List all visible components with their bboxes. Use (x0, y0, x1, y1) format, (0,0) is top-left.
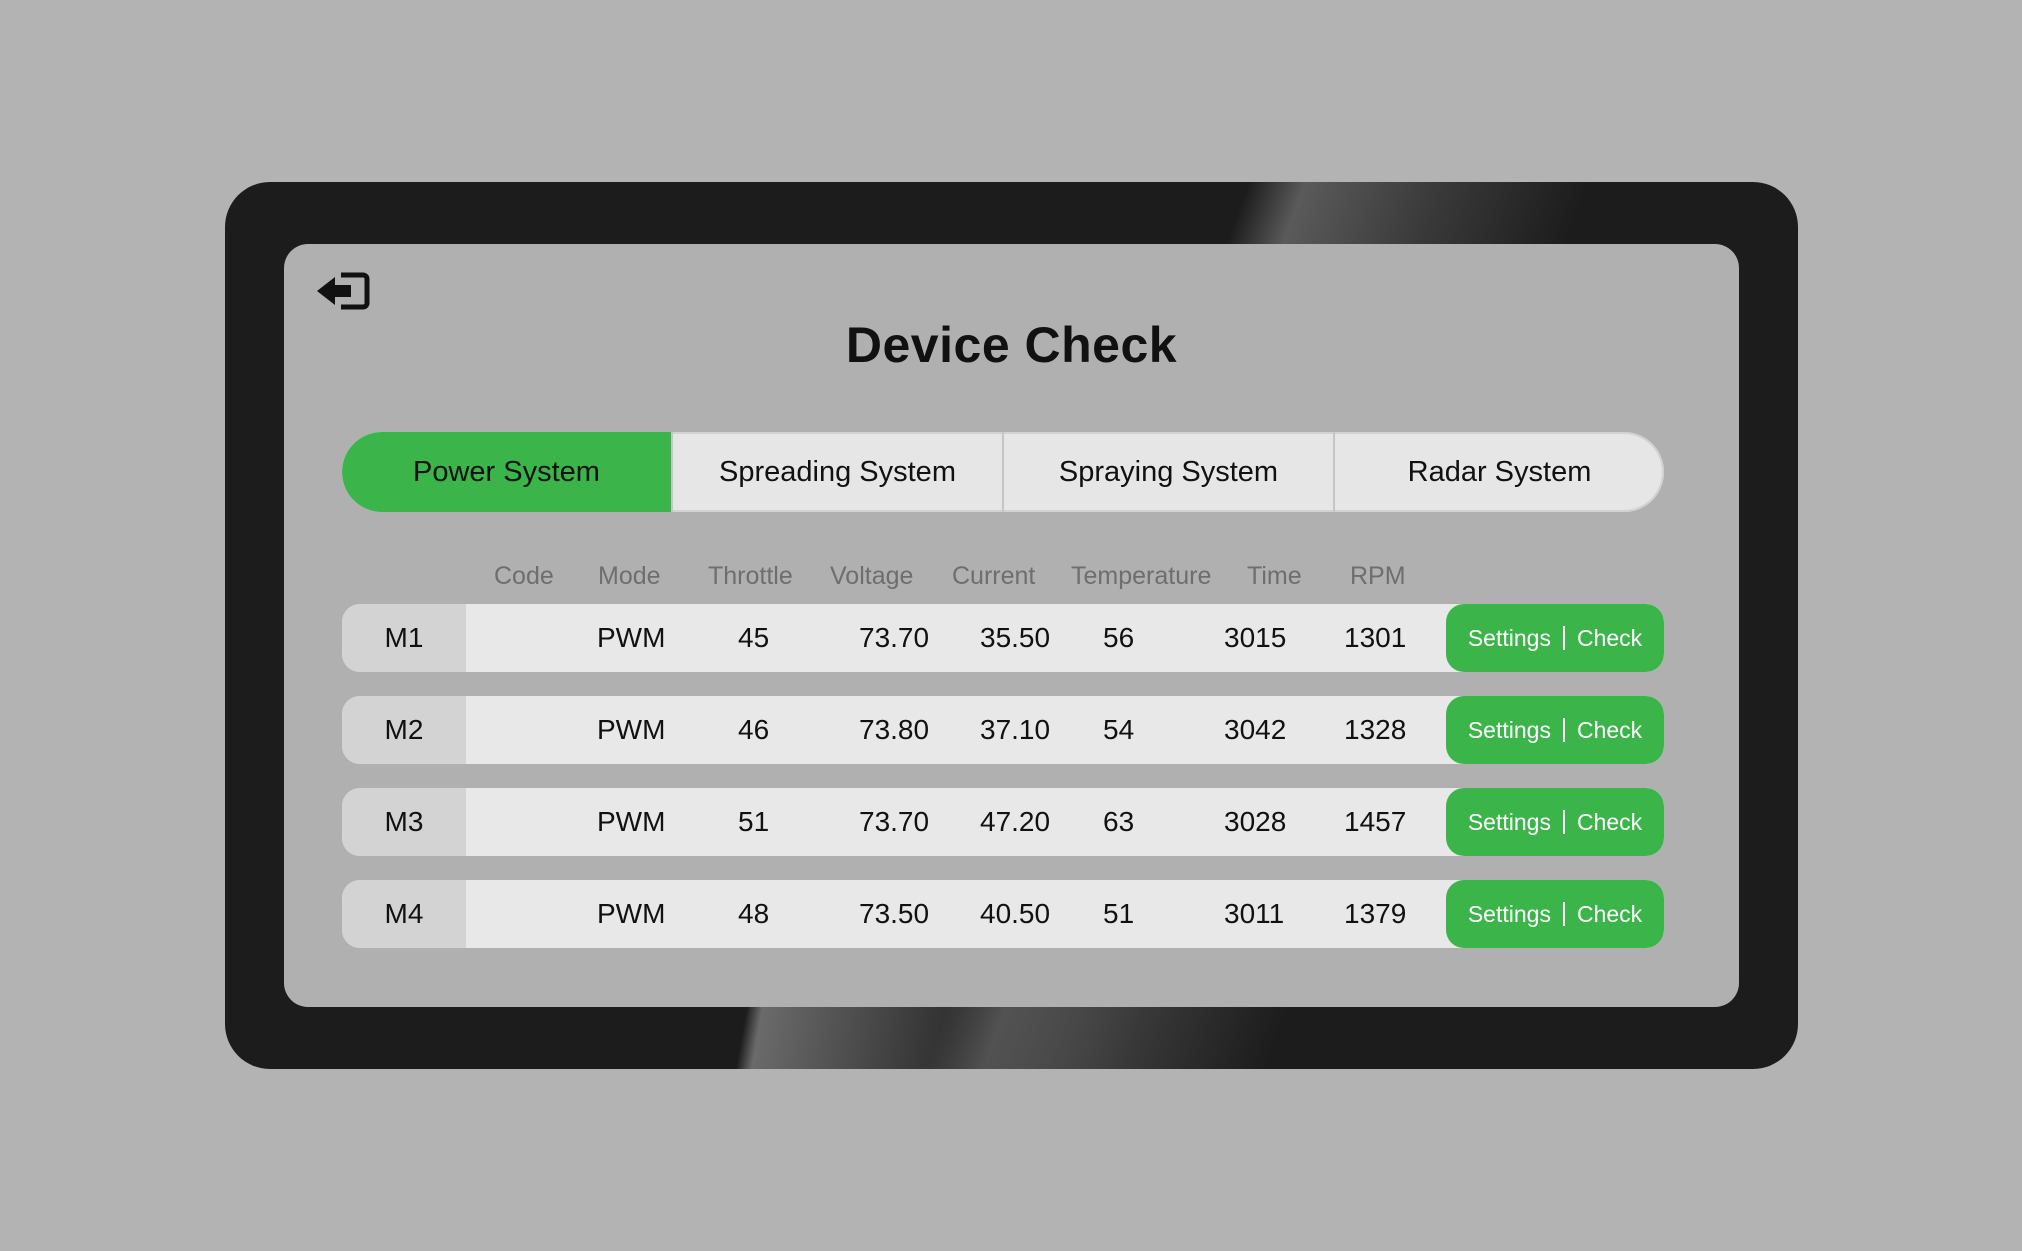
cell-voltage: 73.50 (859, 898, 930, 929)
check-button[interactable]: Check (1575, 717, 1644, 744)
tab-spreading-system[interactable]: Spreading System (671, 432, 1002, 512)
column-header-code: Code (494, 562, 554, 590)
motor-id: M2 (342, 696, 466, 764)
tab-bar: Power System Spreading System Spraying S… (342, 432, 1664, 512)
cell-current: 47.20 (980, 806, 1051, 837)
column-header-time: Time (1247, 562, 1302, 590)
check-button[interactable]: Check (1575, 901, 1644, 928)
cell-mode: PWM (597, 806, 666, 837)
action-divider (1562, 902, 1565, 926)
column-header-voltage: Voltage (830, 562, 914, 590)
motor-id: M4 (342, 880, 466, 948)
cell-voltage: 73.70 (859, 806, 930, 837)
row-actions: Settings Check (1446, 696, 1664, 764)
settings-button[interactable]: Settings (1466, 625, 1553, 652)
motor-id: M1 (342, 604, 466, 672)
settings-button[interactable]: Settings (1466, 809, 1553, 836)
motor-id: M3 (342, 788, 466, 856)
row-actions: Settings Check (1446, 880, 1664, 948)
cell-voltage: 73.80 (859, 714, 930, 745)
cell-mode: PWM (597, 622, 666, 653)
cell-throttle: 45 (738, 622, 770, 653)
action-divider (1562, 626, 1565, 650)
cell-throttle: 48 (738, 898, 770, 929)
cell-temperature: 51 (1103, 898, 1135, 929)
row-actions: Settings Check (1446, 604, 1664, 672)
screen: Device Check Power System Spreading Syst… (284, 244, 1739, 1007)
cell-mode: PWM (597, 714, 666, 745)
column-header-current: Current (952, 562, 1036, 590)
page-title: Device Check (845, 317, 1178, 373)
cell-time: 3015 (1224, 622, 1287, 653)
cell-temperature: 54 (1103, 714, 1135, 745)
table-header: Code Mode Throttle Voltage Current Tempe… (342, 562, 1664, 602)
cell-throttle: 51 (738, 806, 770, 837)
row-actions: Settings Check (1446, 788, 1664, 856)
cell-time: 3042 (1224, 714, 1287, 745)
cell-time: 3011 (1224, 898, 1285, 929)
cell-voltage: 73.70 (859, 622, 930, 653)
back-exit-icon (315, 269, 371, 313)
table-row: M2 PWM 46 73.80 37.10 54 3042 1328 Setti… (342, 696, 1664, 764)
action-divider (1562, 718, 1565, 742)
table-row: M1 PWM 45 73.70 35.50 56 3015 1301 Setti… (342, 604, 1664, 672)
cell-throttle: 46 (738, 714, 770, 745)
table-row: M3 PWM 51 73.70 47.20 63 3028 1457 Setti… (342, 788, 1664, 856)
check-button[interactable]: Check (1575, 809, 1644, 836)
tab-radar-system[interactable]: Radar System (1333, 432, 1664, 512)
cell-rpm: 1301 (1344, 622, 1407, 653)
cell-rpm: 1457 (1344, 806, 1407, 837)
cell-time: 3028 (1224, 806, 1287, 837)
cell-rpm: 1328 (1344, 714, 1407, 745)
action-divider (1562, 810, 1565, 834)
column-header-throttle: Throttle (708, 562, 793, 590)
column-header-mode: Mode (598, 562, 661, 590)
cell-rpm: 1379 (1344, 898, 1407, 929)
table-row: M4 PWM 48 73.50 40.50 51 3011 1379 Setti… (342, 880, 1664, 948)
cell-current: 40.50 (980, 898, 1051, 929)
settings-button[interactable]: Settings (1466, 901, 1553, 928)
settings-button[interactable]: Settings (1466, 717, 1553, 744)
frame-glare (720, 999, 1798, 1069)
cell-temperature: 56 (1103, 622, 1135, 653)
cell-current: 37.10 (980, 714, 1051, 745)
cell-mode: PWM (597, 898, 666, 929)
check-button[interactable]: Check (1575, 625, 1644, 652)
cell-current: 35.50 (980, 622, 1051, 653)
tab-power-system[interactable]: Power System (342, 432, 671, 512)
tab-spraying-system[interactable]: Spraying System (1002, 432, 1333, 512)
back-button[interactable] (315, 269, 371, 313)
cell-temperature: 63 (1103, 806, 1135, 837)
column-header-temperature: Temperature (1071, 562, 1212, 590)
column-header-rpm: RPM (1350, 562, 1406, 590)
